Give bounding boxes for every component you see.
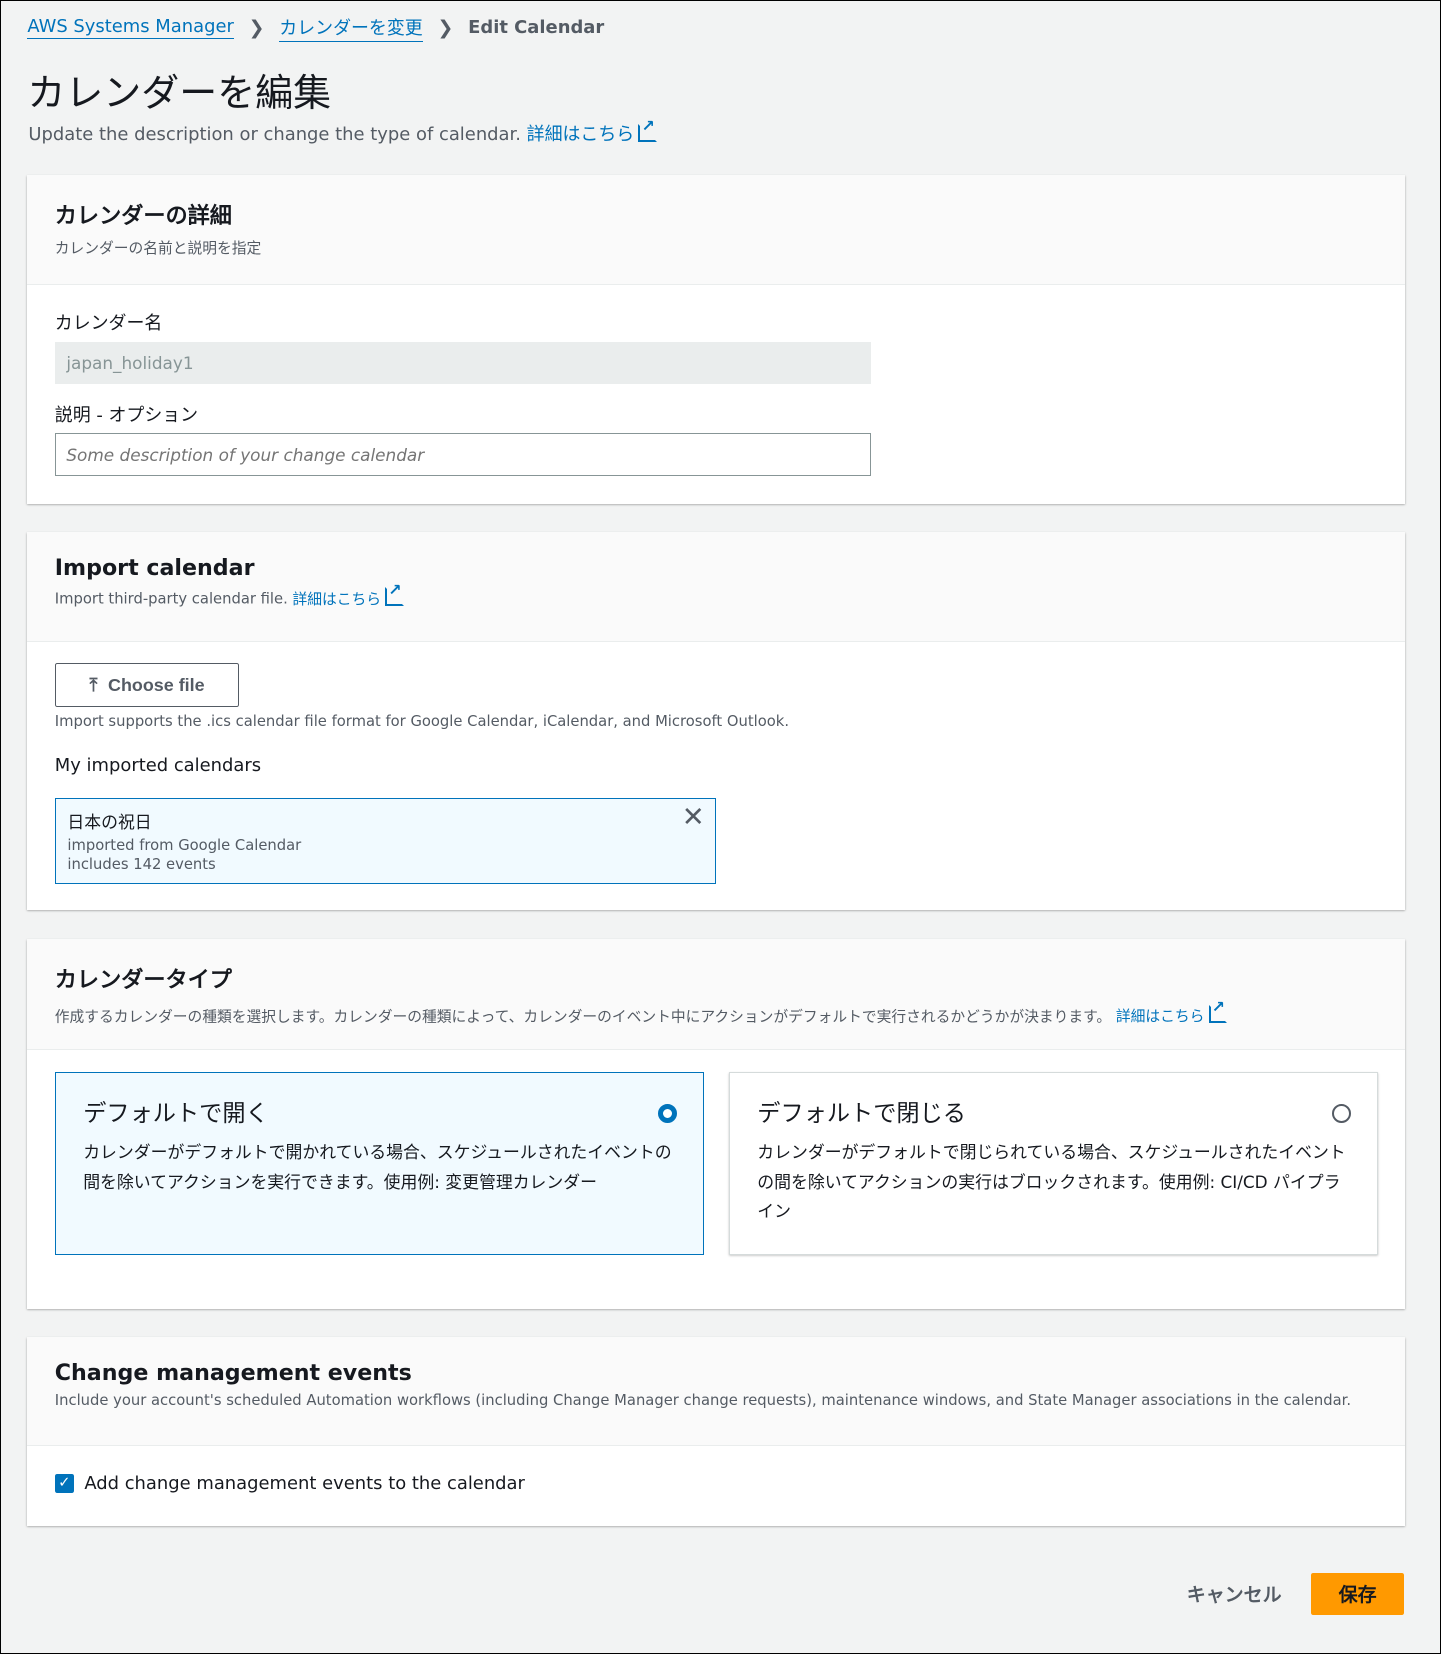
choose-file-label: Choose file (108, 674, 205, 695)
type-option-closed[interactable]: デフォルトで閉じる カレンダーがデフォルトで閉じられている場合、スケジュールされ… (728, 1071, 1378, 1256)
breadcrumb: AWS Systems Manager ❯ カレンダーを変更 ❯ Edit Ca… (27, 14, 604, 42)
name-label: カレンダー名 (54, 313, 163, 335)
page-title: カレンダーを編集 (27, 71, 332, 116)
learn-more-label: 詳細はこちら (1115, 1008, 1205, 1026)
cancel-button[interactable]: キャンセル (1172, 1573, 1296, 1615)
choose-file-button[interactable]: ⤒ Choose file (54, 663, 240, 707)
section-title: Import calendar (54, 554, 255, 581)
option-title: デフォルトで開く (83, 1099, 269, 1127)
section-desc: Import third-party calendar file. 詳細はこちら (54, 580, 1378, 609)
cm-checkbox-row[interactable]: ✓ Add change management events to the ca… (54, 1472, 525, 1494)
learn-more-link[interactable]: 詳細はこちら (292, 580, 404, 608)
imported-calendars-label: My imported calendars (54, 755, 262, 777)
external-link-icon (1208, 997, 1228, 1024)
section-desc: 作成するカレンダーの種類を選択します。カレンダーの種類によって、カレンダーのイベ… (54, 997, 1378, 1027)
section-title: カレンダーの詳細 (54, 203, 232, 230)
desc-text: Import third-party calendar file. (54, 590, 288, 608)
learn-more-link[interactable]: 詳細はこちら (1115, 997, 1228, 1026)
cm-checkbox-label: Add change management events to the cale… (84, 1472, 525, 1494)
imported-calendar-item: 日本の祝日 imported from Google Calendar incl… (54, 798, 717, 884)
breadcrumb-current: Edit Calendar (468, 17, 605, 39)
calendar-name-input: japan_holiday1 (54, 341, 872, 384)
learn-more-link[interactable]: 詳細はこちら (526, 116, 658, 146)
breadcrumb-systems-manager[interactable]: AWS Systems Manager (27, 16, 234, 40)
description-input[interactable] (54, 433, 872, 476)
breadcrumb-change-calendar[interactable]: カレンダーを変更 (279, 14, 423, 42)
type-option-open[interactable]: デフォルトで開く カレンダーがデフォルトで開かれている場合、スケジュールされたイ… (54, 1071, 704, 1256)
description-label: 説明 - オプション (54, 404, 199, 426)
section-title: カレンダータイプ (54, 967, 232, 993)
learn-more-label: 詳細はこちら (292, 590, 382, 608)
import-hint: Import supports the .ics calendar file f… (54, 713, 790, 731)
chevron-right-icon: ❯ (248, 16, 265, 39)
option-title: デフォルトで閉じる (757, 1099, 966, 1127)
close-icon[interactable]: ✕ (682, 802, 705, 833)
calendar-details-panel: カレンダーの詳細カレンダーの名前と説明を指定 カレンダー名 japan_holi… (27, 175, 1406, 505)
desc-text: 作成するカレンダーの種類を選択します。カレンダーの種類によって、カレンダーのイベ… (54, 1008, 1112, 1026)
checkbox-checked-icon[interactable]: ✓ (54, 1473, 74, 1493)
change-management-panel: Change management events Include your acc… (27, 1336, 1406, 1527)
save-button[interactable]: 保存 (1311, 1572, 1404, 1615)
page-subtitle: Update the description or change the typ… (28, 116, 658, 146)
calendar-item-source: imported from Google Calendar (67, 837, 302, 855)
calendar-item-name: 日本の祝日 (67, 811, 152, 832)
option-desc: カレンダーがデフォルトで開かれている場合、スケジュールされたイベントの間を除いて… (83, 1142, 672, 1192)
import-calendar-panel: Import calendar Import third-party calend… (27, 531, 1406, 911)
chevron-right-icon: ❯ (437, 16, 454, 39)
section-desc: カレンダーの名前と説明を指定 (54, 239, 262, 257)
learn-more-label: 詳細はこちら (526, 124, 635, 146)
external-link-icon (638, 116, 658, 143)
option-desc: カレンダーがデフォルトで閉じられている場合、スケジュールされたイベントの間を除い… (757, 1142, 1346, 1222)
external-link-icon (385, 580, 404, 606)
upload-icon: ⤒ (89, 674, 98, 695)
section-title: Change management events (54, 1359, 412, 1386)
section-desc: Include your account's scheduled Automat… (54, 1392, 1352, 1410)
calendar-type-panel: カレンダータイプ作成するカレンダーの種類を選択します。カレンダーの種類によって、… (27, 938, 1406, 1310)
calendar-item-count: includes 142 events (67, 856, 216, 874)
subtitle-text: Update the description or change the typ… (28, 124, 521, 146)
